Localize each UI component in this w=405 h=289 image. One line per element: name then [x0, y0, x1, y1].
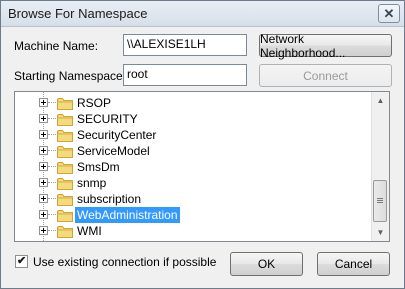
tree-item[interactable]: WebAdministration: [15, 207, 373, 223]
expand-icon[interactable]: [39, 210, 48, 219]
tree-item-label: SecurityCenter: [77, 128, 157, 142]
folder-icon: [57, 97, 73, 110]
expand-icon[interactable]: [39, 114, 48, 123]
tree-item[interactable]: SECURITY: [15, 111, 373, 127]
tree-item[interactable]: WMI: [15, 223, 373, 239]
tree-item-label: WMI: [77, 224, 102, 238]
tree-item[interactable]: ServiceModel: [15, 143, 373, 159]
browse-namespace-dialog: Browse For Namespace ✕ Machine Name: \\A…: [0, 0, 405, 289]
folder-icon: [57, 129, 73, 142]
expand-icon[interactable]: [39, 98, 48, 107]
namespace-tree[interactable]: RSOP SECURITY SecurityCenter ServiceModel Sm…: [14, 91, 390, 242]
tree-item-label: RSOP: [77, 96, 112, 110]
expand-icon[interactable]: [39, 146, 48, 155]
folder-icon: [57, 145, 73, 158]
starting-namespace-label: Starting Namespace:: [14, 69, 127, 83]
tree-item-label: snmp: [77, 176, 107, 190]
tree-branch-line: [48, 150, 56, 151]
scroll-up-icon[interactable]: ▲: [372, 92, 389, 109]
folder-icon: [57, 193, 73, 206]
expand-icon[interactable]: [39, 162, 48, 171]
ok-button[interactable]: OK: [230, 252, 303, 276]
dialog-title: Browse For Namespace: [8, 6, 148, 21]
network-neighborhood-button[interactable]: Network Neighborhood...: [259, 32, 392, 60]
folder-icon: [57, 113, 73, 126]
tree-scrollbar[interactable]: ▲ ▼: [371, 92, 389, 241]
expand-icon[interactable]: [39, 194, 48, 203]
scroll-down-icon[interactable]: ▼: [372, 224, 389, 241]
tree-branch-line: [48, 166, 56, 167]
machine-name-label: Machine Name:: [14, 39, 99, 53]
tree-branch-line: [48, 230, 56, 231]
tree-item[interactable]: SmsDm: [15, 159, 373, 175]
checkmark-icon: ✔: [17, 255, 27, 267]
tree-branch-line: [48, 182, 56, 183]
tree-item-label: SECURITY: [77, 112, 138, 126]
tree-item[interactable]: RSOP: [15, 95, 373, 111]
scroll-thumb[interactable]: [373, 180, 387, 222]
tree-item-label: ServiceModel: [77, 144, 150, 158]
machine-name-field[interactable]: \\ALEXISE1LH: [123, 34, 247, 56]
starting-namespace-field[interactable]: root: [123, 64, 247, 86]
tree-item-label: WebAdministration: [75, 207, 180, 223]
folder-icon: [57, 161, 73, 174]
tree-item[interactable]: snmp: [15, 175, 373, 191]
title-bar: Browse For Namespace ✕: [1, 1, 404, 27]
folder-icon: [57, 209, 73, 222]
tree-item[interactable]: subscription: [15, 191, 373, 207]
tree-branch-line: [48, 102, 56, 103]
close-icon: ✕: [383, 5, 395, 21]
tree-item-label: subscription: [77, 192, 142, 206]
tree-branch-line: [48, 214, 56, 215]
use-existing-checkbox[interactable]: ✔: [15, 255, 28, 268]
expand-icon[interactable]: [39, 226, 48, 235]
tree-item[interactable]: SecurityCenter: [15, 127, 373, 143]
folder-icon: [57, 177, 73, 190]
close-button[interactable]: ✕: [378, 4, 400, 23]
connect-button[interactable]: Connect: [259, 64, 392, 87]
cancel-button[interactable]: Cancel: [317, 252, 390, 276]
tree-branch-line: [48, 134, 56, 135]
tree-branch-line: [48, 118, 56, 119]
expand-icon[interactable]: [39, 178, 48, 187]
expand-icon[interactable]: [39, 130, 48, 139]
folder-icon: [57, 225, 73, 238]
tree-branch-line: [48, 198, 56, 199]
tree-item-label: SmsDm: [77, 160, 120, 174]
use-existing-label: Use existing connection if possible: [33, 255, 217, 269]
